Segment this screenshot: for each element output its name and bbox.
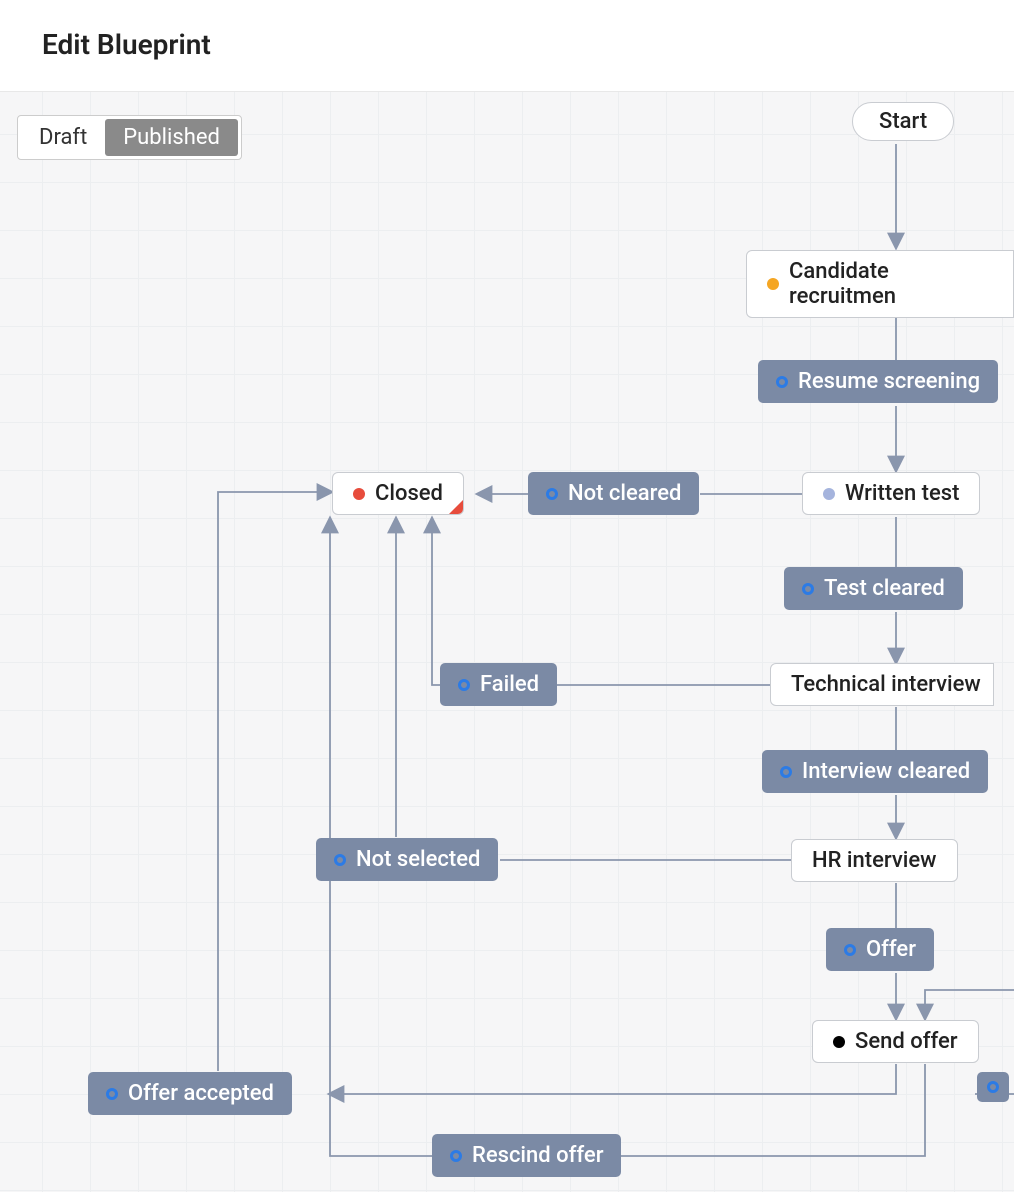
transition-label: Failed bbox=[480, 672, 539, 697]
transition-ring-icon bbox=[546, 488, 558, 500]
status-dot-icon bbox=[833, 1036, 845, 1048]
state-start[interactable]: Start bbox=[852, 102, 954, 141]
transition-label: Rescind offer bbox=[472, 1143, 603, 1168]
state-candidate-recruitment[interactable]: Candidate recruitmen bbox=[746, 250, 1014, 318]
status-dot-icon bbox=[767, 278, 779, 290]
transition-ring-icon bbox=[106, 1088, 118, 1100]
transition-label: Interview cleared bbox=[802, 759, 970, 784]
transition-ring-icon bbox=[844, 944, 856, 956]
draft-published-toggle[interactable]: Draft Published bbox=[17, 115, 242, 160]
transition-ring-icon bbox=[450, 1150, 462, 1162]
state-send-offer[interactable]: Send offer bbox=[812, 1020, 979, 1063]
status-dot-icon bbox=[823, 488, 835, 500]
transition-ring-icon bbox=[776, 376, 788, 388]
header: Edit Blueprint bbox=[0, 0, 1014, 92]
transition-label: Test cleared bbox=[824, 576, 945, 601]
state-label: Technical interview bbox=[791, 672, 981, 697]
state-label: Written test bbox=[845, 481, 959, 506]
page-title: Edit Blueprint bbox=[42, 28, 972, 61]
transition-ring-icon bbox=[334, 854, 346, 866]
transition-ring-icon bbox=[780, 766, 792, 778]
transition-label: Not cleared bbox=[568, 481, 681, 506]
transition-not-cleared[interactable]: Not cleared bbox=[528, 472, 699, 515]
blueprint-canvas[interactable]: Draft Published bbox=[0, 92, 1014, 1192]
transition-label: Offer accepted bbox=[128, 1081, 274, 1106]
state-label: Candidate recruitmen bbox=[789, 259, 1001, 309]
state-label: HR interview bbox=[812, 848, 937, 873]
transition-label: Offer bbox=[866, 937, 916, 962]
transition-offer-accepted[interactable]: Offer accepted bbox=[88, 1072, 292, 1115]
transition-partial-right[interactable] bbox=[977, 1072, 1009, 1102]
state-hr-interview[interactable]: HR interview bbox=[791, 839, 958, 882]
transition-offer[interactable]: Offer bbox=[826, 928, 934, 971]
state-label: Closed bbox=[375, 481, 443, 506]
status-dot-icon bbox=[353, 488, 365, 500]
corner-flag-icon bbox=[449, 500, 463, 514]
state-closed[interactable]: Closed bbox=[332, 472, 464, 515]
transition-ring-icon bbox=[802, 583, 814, 595]
transition-label: Not selected bbox=[356, 847, 480, 872]
transition-rescind-offer[interactable]: Rescind offer bbox=[432, 1134, 621, 1177]
toggle-published[interactable]: Published bbox=[105, 119, 238, 156]
transition-ring-icon bbox=[987, 1081, 999, 1093]
transition-not-selected[interactable]: Not selected bbox=[316, 838, 498, 881]
transition-interview-cleared[interactable]: Interview cleared bbox=[762, 750, 988, 793]
transition-failed[interactable]: Failed bbox=[440, 663, 557, 706]
state-technical-interview[interactable]: Technical interview bbox=[770, 663, 994, 706]
transition-resume-screening[interactable]: Resume screening bbox=[758, 360, 998, 403]
state-written-test[interactable]: Written test bbox=[802, 472, 980, 515]
state-label: Start bbox=[879, 109, 927, 134]
transition-test-cleared[interactable]: Test cleared bbox=[784, 567, 963, 610]
state-label: Send offer bbox=[855, 1029, 958, 1054]
transition-ring-icon bbox=[458, 679, 470, 691]
toggle-draft[interactable]: Draft bbox=[21, 119, 105, 156]
transition-label: Resume screening bbox=[798, 369, 980, 394]
